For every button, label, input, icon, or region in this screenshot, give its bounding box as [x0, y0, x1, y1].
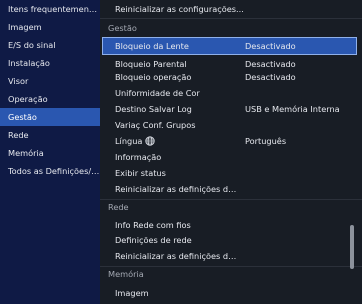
sidebar-item-management[interactable]: Gestão [0, 108, 100, 126]
sidebar-item-image[interactable]: Imagem [0, 18, 100, 36]
row-label: Reinicializar as definições de ... [115, 184, 241, 194]
row-label: Reinicializar as definições de ... [115, 251, 241, 261]
divider [100, 18, 362, 19]
row-label: Bloqueio da Lente [115, 41, 189, 51]
sidebar: Itens frequentemente... Imagem E/S do si… [0, 0, 100, 304]
sidebar-item-display[interactable]: Visor [0, 72, 100, 90]
row-label-text: Língua [115, 136, 143, 146]
row-value: Desactivado [245, 41, 296, 51]
sidebar-item-all-settings[interactable]: Todos as Definições/Ini... [0, 162, 100, 180]
globe-icon [145, 135, 156, 146]
section-header-management: Gestão [108, 23, 137, 33]
row-lens-lock[interactable]: Bloqueio da Lente Desactivado [102, 37, 357, 55]
scrollbar-thumb[interactable] [350, 225, 354, 269]
sidebar-item-operation[interactable]: Operação [0, 90, 100, 108]
sidebar-item-network[interactable]: Rede [0, 126, 100, 144]
divider [100, 199, 362, 200]
section-header-memory: Memória [108, 269, 144, 279]
sidebar-item-frequent[interactable]: Itens frequentemente... [0, 0, 100, 18]
sidebar-item-installation[interactable]: Instalação [0, 54, 100, 72]
row-memory-image[interactable]: Imagem [100, 284, 362, 302]
row-reset-network-settings[interactable]: Reinicializar as definições de ... [100, 247, 362, 265]
reset-settings-item[interactable]: Reinicializar as configurações... [115, 0, 244, 18]
sidebar-item-signal-io[interactable]: E/S do sinal [0, 36, 100, 54]
row-reset-management-settings[interactable]: Reinicializar as definições de ... [100, 180, 362, 198]
row-label: Imagem [115, 288, 149, 298]
section-header-network: Rede [108, 202, 129, 212]
settings-panel: Reinicializar as configurações... Gestão… [100, 0, 362, 304]
sidebar-item-memory[interactable]: Memória [0, 144, 100, 162]
